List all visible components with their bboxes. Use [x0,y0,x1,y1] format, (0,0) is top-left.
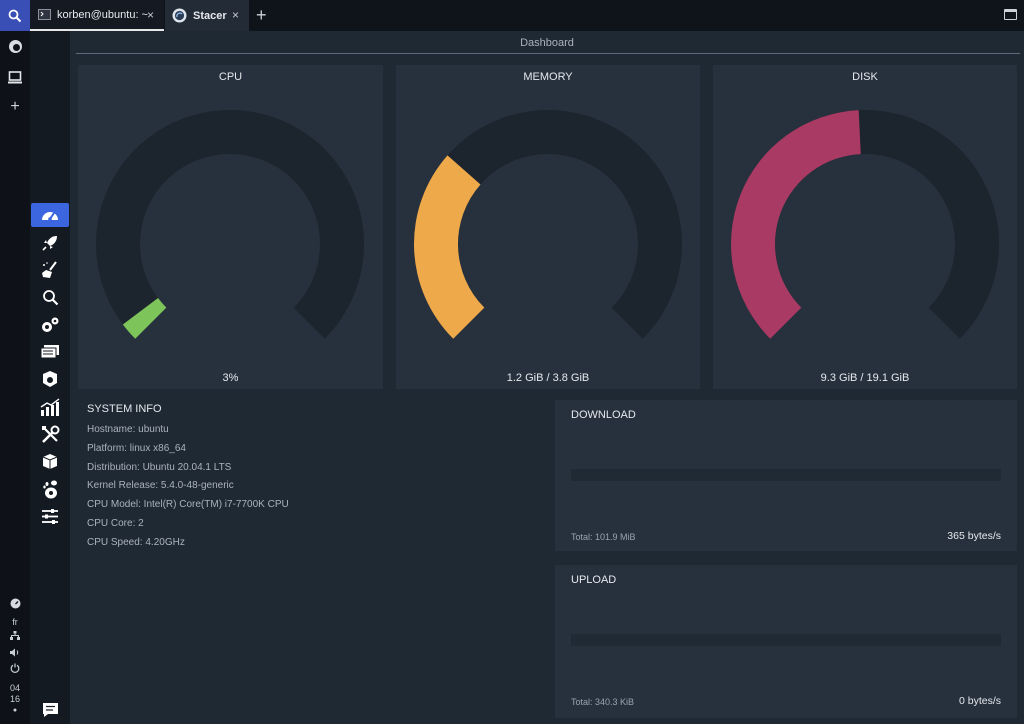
info-distribution: Distribution: Ubuntu 20.04.1 LTS [87,461,232,473]
volume-indicator[interactable] [0,645,30,659]
nav-apt-repository[interactable] [30,449,70,473]
memory-value: 1.2 GiB / 3.8 GiB [506,372,590,384]
upload-total: Total: 340.3 KiB [571,697,635,707]
dock-files[interactable] [0,65,30,89]
nav-uninstaller[interactable] [30,367,70,391]
info-cpu-core: CPU Core: 2 [87,517,144,529]
close-tab-button[interactable]: × [232,8,239,22]
restore-window-icon[interactable] [1004,9,1017,20]
search-button[interactable] [0,0,30,31]
nav-resources[interactable] [30,395,70,419]
nav-helpers[interactable] [30,422,70,446]
tab-label: korben@ubuntu: ~ [57,8,148,21]
nav-gnome-settings[interactable] [30,477,70,501]
dock-firefox[interactable] [0,34,30,58]
system-info: SYSTEM INFO Hostname: ubuntu Platform: l… [87,403,487,553]
network-icon [10,630,20,640]
services-icon [42,317,59,332]
cpu-gauge [96,110,364,339]
network-indicator[interactable] [0,628,30,642]
nav-dashboard[interactable] [31,203,69,227]
apt-repository-icon [42,454,58,469]
search-icon [8,9,22,22]
download-rate: 365 bytes/s [947,530,1001,542]
disk-title: DISK [852,71,878,83]
computer-icon [8,70,22,83]
clock-dot: ● [12,707,18,714]
search-icon [42,289,58,305]
speaker-icon [10,648,19,656]
gauge-track [96,110,364,339]
resources-icon [40,398,60,416]
upload-rate: 0 bytes/s [958,695,1001,707]
settings-icon [42,508,58,524]
title-divider [76,53,1020,54]
info-cpu-model: CPU Model: Intel(R) Core(TM) i7-7700K CP… [87,499,289,511]
tab-label: Stacer [193,9,227,22]
tab-terminal[interactable]: korben@ubuntu: ~ × [30,0,164,31]
system-dock: + fr 04 16 ● [0,31,30,724]
download-total: Total: 101.9 MiB [571,532,636,542]
system-info-title: SYSTEM INFO [87,403,162,415]
upload-title: UPLOAD [571,574,617,586]
feedback-button[interactable] [30,698,70,722]
new-tab-button[interactable]: + [256,5,267,26]
disk-gauge [731,110,999,339]
page-title: Dashboard [520,37,574,49]
tab-bar: korben@ubuntu: ~ × Stacer × + [0,0,1024,31]
upload-panel: UPLOAD Total: 340.3 KiB 0 bytes/s [555,565,1017,718]
gauge-fill [731,110,861,339]
info-kernel-release: Kernel Release: 5.4.0-48-generic [87,480,234,492]
nav-services[interactable] [30,313,70,337]
info-hostname: Hostname: ubuntu [87,424,169,435]
memory-gauge [414,110,682,339]
cpu-value: 3% [222,372,239,384]
cpu-title: CPU [218,71,243,83]
info-cpu-speed: CPU Speed: 4.20GHz [87,536,185,548]
startup-apps-icon [42,236,57,251]
download-graph [571,469,1001,481]
helpers-icon [41,425,59,443]
stacer-logo-icon [172,8,187,23]
disk-panel: DISK 9.3 GiB / 19.1 GiB [713,65,1017,389]
gnome-settings-icon [43,480,57,498]
download-title: DOWNLOAD [571,409,636,421]
app-sidebar [30,31,70,724]
nav-search[interactable] [30,285,70,309]
tab-stacer[interactable]: Stacer × [165,0,249,31]
clock-hour: 04 [9,683,20,693]
dock-stacer-indicator[interactable] [0,595,30,611]
memory-title: MEMORY [523,71,573,83]
feedback-icon [42,703,58,717]
terminal-icon [38,9,51,20]
uninstaller-icon [43,371,57,387]
info-platform: Platform: linux x86_64 [87,442,186,454]
nav-startup-apps[interactable] [30,231,70,255]
nav-processes[interactable] [30,340,70,364]
disk-value: 9.3 GiB / 19.1 GiB [820,372,910,384]
processes-icon [40,345,59,359]
upload-graph [571,634,1001,646]
system-cleaner-icon [42,261,57,278]
power-indicator[interactable] [0,661,30,675]
nav-system-cleaner[interactable] [30,258,70,282]
close-tab-button[interactable]: × [147,8,154,22]
download-panel: DOWNLOAD Total: 101.9 MiB 365 bytes/s [555,400,1017,551]
speedometer-icon [10,598,20,608]
keyboard-layout[interactable]: fr [0,617,30,627]
dashboard-icon [42,212,58,221]
gauge-fill [414,155,485,339]
cpu-panel: CPU 3% [78,65,383,389]
add-workspace-icon[interactable]: + [0,95,30,119]
clock-minute: 16 [9,694,20,704]
memory-panel: MEMORY 1.2 GiB / 3.8 GiB [396,65,700,389]
nav-settings[interactable] [30,504,70,528]
dashboard-main: Dashboard CPU 3% MEMORY 1.2 GiB / 3.8 Gi… [70,31,1024,724]
power-icon [10,663,20,673]
firefox-icon [8,39,22,53]
